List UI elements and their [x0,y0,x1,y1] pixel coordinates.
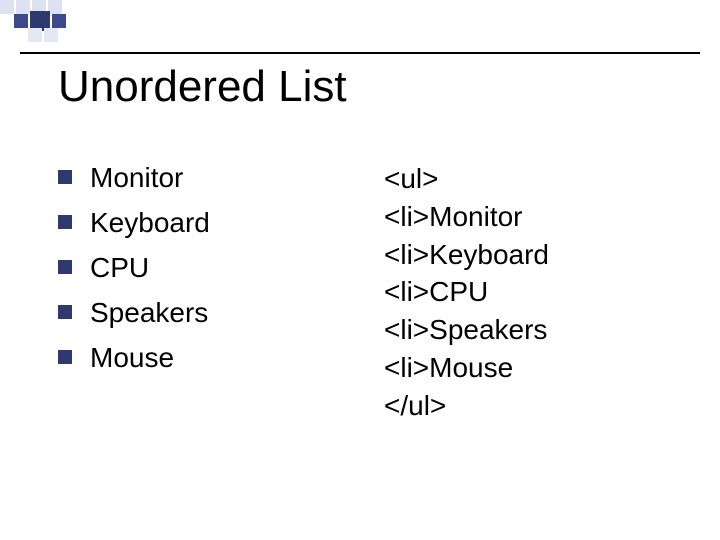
left-column: Monitor Keyboard CPU Speakers Mouse [58,160,374,425]
corner-decoration [0,0,140,52]
code-line: </ul> [384,387,680,425]
square-bullet-icon [58,260,72,274]
title-underline [20,52,700,54]
code-line: <ul> [384,160,680,198]
slide-title: Unordered List [58,62,347,112]
list-item-label: Mouse [90,340,174,375]
slide: Unordered List Monitor Keyboard CPU Spea… [0,0,720,540]
square-bullet-icon [58,170,72,184]
list-item-label: Monitor [90,160,183,195]
list-item: Mouse [58,340,354,375]
code-line: <li>CPU [384,273,680,311]
slide-body: Monitor Keyboard CPU Speakers Mouse <ul>… [58,160,680,425]
code-line: <li>Monitor [384,198,680,236]
code-line: <li>Keyboard [384,236,680,274]
list-item: Speakers [58,295,354,330]
list-item-label: CPU [90,250,149,285]
square-bullet-icon [58,350,72,364]
square-bullet-icon [58,215,72,229]
code-line: <li>Speakers [384,311,680,349]
code-line: <li>Mouse [384,349,680,387]
list-item: Monitor [58,160,354,195]
list-item: Keyboard [58,205,354,240]
list-item-label: Speakers [90,295,208,330]
square-bullet-icon [58,305,72,319]
right-column: <ul> <li>Monitor <li>Keyboard <li>CPU <l… [374,160,680,425]
list-item: CPU [58,250,354,285]
list-item-label: Keyboard [90,205,210,240]
